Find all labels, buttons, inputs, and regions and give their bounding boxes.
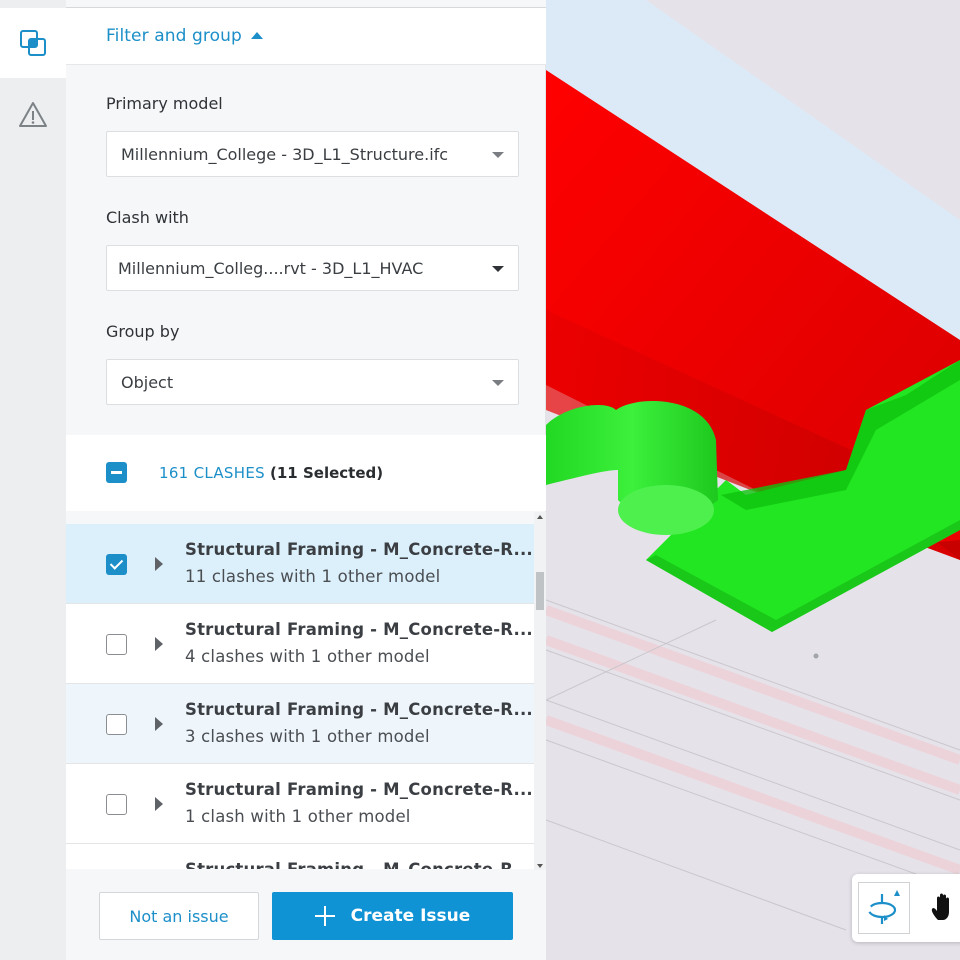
orbit-icon (867, 890, 900, 924)
warning-icon (19, 102, 47, 127)
filter-and-group-title: Filter and group (106, 26, 242, 46)
panel-footer: Not an issue Create Issue (66, 870, 546, 960)
rail-clashes-button[interactable] (0, 8, 66, 78)
clash-group-list: Structural Framing - M_Concrete-R... 11 … (66, 524, 536, 869)
plus-icon (314, 906, 335, 926)
clash-overlap-icon (20, 30, 46, 56)
expand-arrow-icon[interactable] (155, 637, 163, 651)
selected-count-label: (11 Selected) (270, 464, 384, 482)
clash-group-row[interactable]: Structural Framing - M_Concrete-R... 3 c… (66, 684, 536, 764)
scroll-thumb[interactable] (536, 572, 544, 610)
primary-model-select[interactable]: Millennium_College - 3D_L1_Structure.ifc (106, 131, 519, 177)
row-checkbox[interactable] (106, 714, 127, 735)
primary-model-label: Primary model (106, 94, 223, 113)
filter-and-group-toggle[interactable]: Filter and group (66, 8, 546, 65)
clash-count-label: 161 CLASHES (159, 464, 265, 482)
create-issue-label: Create Issue (350, 906, 471, 926)
group-by-select[interactable]: Object (106, 359, 519, 405)
orbit-tool-button[interactable] (858, 882, 910, 934)
row-subtitle: 11 clashes with 1 other model (185, 567, 441, 586)
row-checkbox[interactable] (106, 634, 127, 655)
clash-count: 161 CLASHES (11 Selected) (159, 464, 383, 482)
chevron-down-icon (492, 152, 504, 158)
caret-up-icon (250, 31, 263, 39)
rail-issues-button[interactable] (0, 80, 66, 150)
green-duct-opening (618, 485, 714, 535)
scroll-up-arrow-icon[interactable] (537, 515, 543, 519)
group-by-label: Group by (106, 322, 180, 341)
create-issue-button[interactable]: Create Issue (272, 892, 513, 940)
not-an-issue-button[interactable]: Not an issue (99, 892, 259, 940)
chevron-down-icon (492, 266, 504, 272)
pan-tool-button[interactable] (918, 882, 960, 934)
panel-top-divider (66, 0, 546, 8)
expand-arrow-icon[interactable] (155, 557, 163, 571)
expand-arrow-icon[interactable] (155, 717, 163, 731)
3d-viewport[interactable] (546, 0, 960, 960)
clash-group-row[interactable]: Structural Framing - M_Concrete-R... (66, 844, 536, 869)
select-all-checkbox[interactable] (106, 462, 127, 483)
row-title: Structural Framing - M_Concrete-R... (185, 700, 533, 719)
group-by-value: Object (121, 372, 174, 392)
model-scene (546, 0, 960, 960)
rail-top-strip (0, 0, 66, 8)
row-subtitle: 3 clashes with 1 other model (185, 727, 430, 746)
row-checkbox[interactable] (106, 794, 127, 815)
clash-group-row[interactable]: Structural Framing - M_Concrete-R... 1 c… (66, 764, 536, 844)
clash-panel: Filter and group Primary model Millenniu… (66, 0, 546, 960)
row-title: Structural Framing - M_Concrete-R... (185, 860, 533, 869)
left-rail (0, 0, 66, 960)
primary-model-value: Millennium_College - 3D_L1_Structure.ifc (121, 144, 449, 164)
clash-with-select[interactable]: Millennium_Colleg....rvt - 3D_L1_HVAC (106, 245, 519, 291)
scroll-down-arrow-icon[interactable] (537, 864, 543, 868)
navigation-toolbar (852, 874, 960, 942)
app-root: Filter and group Primary model Millenniu… (0, 0, 960, 960)
clashes-header: 161 CLASHES (11 Selected) (66, 435, 546, 511)
list-scrollbar[interactable] (534, 512, 546, 872)
pan-hand-icon (931, 893, 949, 920)
clash-with-value: Millennium_Colleg....rvt - 3D_L1_HVAC (118, 258, 424, 278)
row-title: Structural Framing - M_Concrete-R... (185, 620, 533, 639)
row-title: Structural Framing - M_Concrete-R... (185, 540, 533, 559)
row-checkbox[interactable] (106, 554, 127, 575)
pivot-point (813, 653, 819, 659)
row-subtitle: 1 clash with 1 other model (185, 807, 411, 826)
clash-group-row[interactable]: Structural Framing - M_Concrete-R... 11 … (66, 524, 536, 604)
row-title: Structural Framing - M_Concrete-R... (185, 780, 533, 799)
row-subtitle: 4 clashes with 1 other model (185, 647, 430, 666)
clash-group-row[interactable]: Structural Framing - M_Concrete-R... 4 c… (66, 604, 536, 684)
chevron-down-icon (492, 380, 504, 386)
clash-with-label: Clash with (106, 208, 189, 227)
expand-arrow-icon[interactable] (155, 797, 163, 811)
